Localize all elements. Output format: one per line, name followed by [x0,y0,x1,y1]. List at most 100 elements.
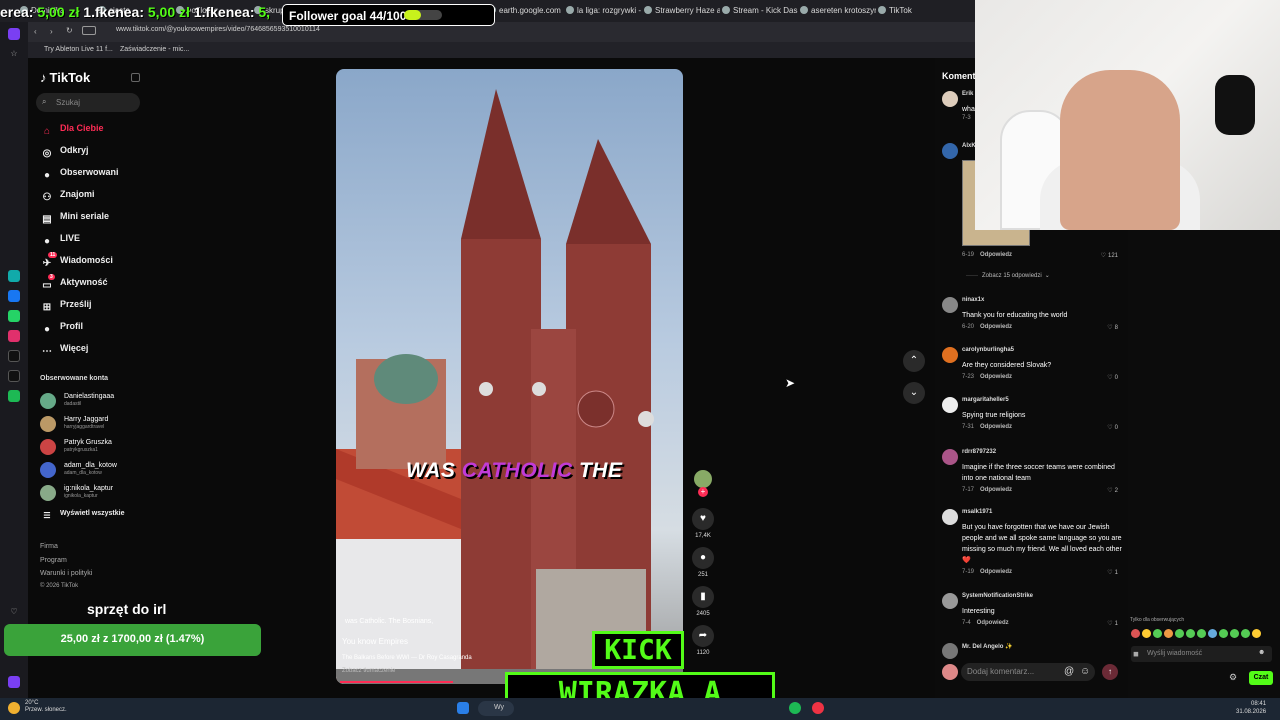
clock[interactable]: 08:41 31.08.2026 [1236,700,1266,716]
weather-widget[interactable]: 20°C Przew. słonecz. [25,700,67,714]
avatar[interactable] [942,593,958,609]
browser-tab[interactable]: la liga: rozgrywki - S [566,2,642,20]
comment-like-button[interactable]: ♡ 121 [1101,252,1118,259]
comment-username[interactable]: msalk1971 [962,509,992,515]
browser-tab[interactable]: Stream - Kick Dash [722,2,798,20]
spotify-icon[interactable] [8,390,20,402]
browser-tab[interactable]: TikTok [878,2,954,20]
tiktok-icon[interactable] [8,350,20,362]
next-video-button[interactable]: ⌄ [903,382,925,404]
mention-icon[interactable]: @ [1064,666,1074,677]
comment-username[interactable]: rdrr8797232 [962,449,996,455]
show-all-link[interactable]: ☰ Wyświetl wszystkie [40,510,124,526]
reply-button[interactable]: Odpowiedz [977,620,1009,626]
chat-emote-icon[interactable] [1164,629,1173,638]
home-icon[interactable] [8,28,20,40]
back-icon[interactable]: ‹ [34,27,37,36]
star-icon[interactable]: ☆ [8,48,20,60]
instagram-icon[interactable] [8,330,20,342]
chat-emote-icon[interactable] [1142,629,1151,638]
comment-username[interactable]: SystemNotificationStrike [962,593,1033,599]
nav-item-profil[interactable]: ● Profil [40,321,83,337]
reply-button[interactable]: Odpowiedz [980,487,1012,493]
search-input[interactable]: ⌕ Szukaj [36,93,140,112]
avatar[interactable] [942,347,958,363]
reply-button[interactable]: Odpowiedz [980,252,1012,258]
gear-icon[interactable]: ⚙ [1229,672,1237,683]
share-button[interactable]: ➦ 1120 [692,625,714,656]
chat-emote-icon[interactable] [1175,629,1184,638]
comment-button[interactable]: ● 251 [692,547,714,578]
nav-item-wiadomości[interactable]: ✈ 11 Wiadomości [40,252,113,271]
spotify-icon[interactable] [789,702,801,714]
chat-input[interactable]: Wyślij wiadomość [1131,646,1272,662]
nav-item-odkryj[interactable]: ◎ Odkryj [40,145,89,161]
collapse-sidebar-icon[interactable] [131,73,140,82]
save-button[interactable]: ▮ 2405 [692,586,714,617]
translate-link[interactable]: Zobacz tłumaczenie [342,668,395,674]
send-comment-button[interactable]: ↑ [1102,664,1118,680]
video-player[interactable] [336,69,683,684]
comment-like-button[interactable]: ♡ 1 [1107,620,1118,627]
video-progress[interactable] [340,681,454,683]
comment-username[interactable]: Mr. Del Angelo ✨ [962,643,1013,650]
nav-item-mini-seriale[interactable]: ▤ Mini seriale [40,211,109,227]
avatar[interactable] [942,297,958,313]
avatar[interactable] [942,397,958,413]
reload-icon[interactable]: ↻ [66,26,73,35]
weather-icon[interactable] [8,702,20,714]
reply-button[interactable]: Odpowiedz [980,569,1012,575]
follow-plus-icon[interactable]: + [698,487,708,497]
comment-username[interactable]: AlxK [962,143,976,149]
comment-username[interactable]: margaritaheller5 [962,397,1009,403]
reply-button[interactable]: Odpowiedz [980,374,1012,380]
chat-emote-icon[interactable] [1186,629,1195,638]
chat-emote-icon[interactable] [1153,629,1162,638]
chat-emote-icon[interactable] [1230,629,1239,638]
avatar[interactable] [942,643,958,659]
comment-input[interactable]: Dodaj komentarz... [961,663,1095,681]
video-author[interactable]: You know Empires [342,637,408,646]
avatar[interactable] [942,509,958,525]
nav-item-więcej[interactable]: ⋯ Więcej [40,343,88,359]
messenger-icon[interactable] [8,290,20,302]
browser-tab[interactable]: asereten krotoszyn [800,2,876,20]
windows-start-icon[interactable] [457,702,469,714]
chat-send-button[interactable]: Czat [1249,671,1273,685]
reply-button[interactable]: Odpowiedz [980,324,1012,330]
app-icon[interactable] [8,270,20,282]
comment-like-button[interactable]: ♡ 8 [1107,324,1118,331]
creator-avatar[interactable] [694,470,712,488]
emoji-icon[interactable]: ☻ [1258,649,1265,656]
nav-item-live[interactable]: ● LIVE [40,233,80,249]
heart-icon[interactable]: ♡ [8,606,20,618]
chat-emote-icon[interactable] [1197,629,1206,638]
nav-item-znajomi[interactable]: ⚇ Znajomi [40,189,95,205]
comment-like-button[interactable]: ♡ 0 [1107,374,1118,381]
comment-like-button[interactable]: ♡ 2 [1107,487,1118,494]
comment-username[interactable]: ninax1x [962,297,984,303]
comment-username[interactable]: Erik [962,91,973,97]
nav-item-dla-ciebie[interactable]: ⌂ Dla Ciebie [40,123,104,139]
forward-icon[interactable]: › [50,27,53,36]
comment-username[interactable]: carolynburlingha5 [962,347,1014,353]
nav-item-prześlij[interactable]: ⊞ Prześlij [40,299,92,315]
chat-emote-icon[interactable] [1131,629,1140,638]
video-music[interactable]: The Balkans Before WWI — Dr Roy Casagran… [342,655,472,661]
comment-like-button[interactable]: ♡ 0 [1107,424,1118,431]
browser-tab[interactable]: earth.google.com [488,2,564,20]
browser-tab[interactable]: Strawberry Haze ak [644,2,720,20]
tiktok-logo[interactable]: ♪ TikTok [40,70,90,85]
reply-button[interactable]: Odpowiedz [980,424,1012,430]
x-icon[interactable] [8,370,20,382]
avatar[interactable] [942,449,958,465]
bookmark-item[interactable]: Try Ableton Live 11 f... [44,46,113,53]
taskbar-search[interactable]: Wy [478,701,514,716]
footer-link[interactable]: Firma [40,543,58,550]
footer-link[interactable]: Warunki i polityki [40,570,92,577]
emoji-icon[interactable]: ☺ [1080,666,1090,677]
avatar[interactable] [942,143,958,159]
chat-emote-icon[interactable] [1208,629,1217,638]
chat-emote-icon[interactable] [1252,629,1261,638]
view-replies-link[interactable]: —— Zobacz 15 odpowiedzi ⌄ [966,272,1050,279]
